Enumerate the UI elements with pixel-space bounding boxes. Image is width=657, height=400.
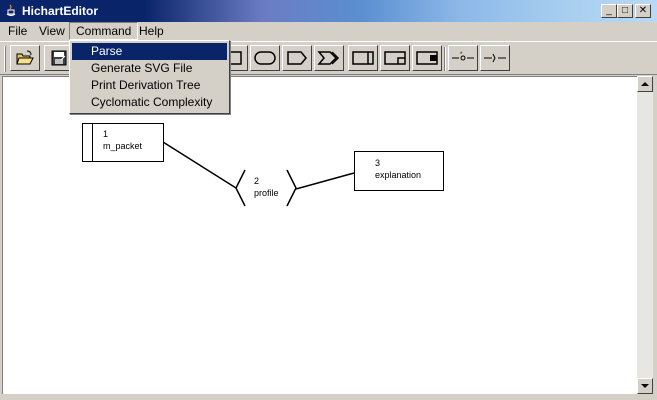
connector-dash-icon: *: [452, 52, 474, 61]
menu-command[interactable]: Command: [69, 22, 139, 40]
node-1-bar: [92, 124, 93, 161]
node-2-name: profile: [254, 188, 279, 198]
minimize-button[interactable]: _: [601, 4, 617, 18]
node-1-name: m_packet: [103, 141, 143, 151]
connector-line-2-3: [295, 172, 355, 190]
node-3-number: 3: [375, 158, 381, 168]
scroll-up-button[interactable]: [637, 76, 653, 92]
toolbar-grip: [4, 46, 6, 72]
rounded-tool-icon: [254, 51, 276, 65]
connector-branch-button[interactable]: [480, 45, 510, 71]
bar-rect-tool-button[interactable]: [348, 45, 378, 71]
node-3-name: explanation: [375, 170, 422, 180]
node-2-left-bracket: [235, 169, 246, 207]
command-menu-dropdown: Parse Generate SVG File Print Derivation…: [69, 40, 230, 114]
vertical-scrollbar[interactable]: [637, 76, 653, 394]
open-folder-icon: [16, 50, 34, 65]
tab-rect-tool-button[interactable]: [412, 45, 442, 71]
tab-rect-tool-icon: [416, 51, 438, 65]
double-arrow-tool-button[interactable]: [314, 45, 344, 71]
menu-view[interactable]: View: [33, 22, 71, 40]
connector-branch-icon: [484, 53, 506, 63]
diagram-node-2[interactable]: 2 profile: [254, 175, 294, 201]
menu-bar: File View Command Help: [0, 22, 657, 40]
menu-item-generate-svg[interactable]: Generate SVG File: [72, 60, 227, 77]
rounded-tool-button[interactable]: [250, 45, 280, 71]
open-folder-button[interactable]: [10, 45, 40, 71]
connector-dash-button[interactable]: *: [448, 45, 478, 71]
pentagon-tool-button[interactable]: [282, 45, 312, 71]
notch-rect-tool-button[interactable]: [380, 45, 410, 71]
node-1-number: 1: [103, 129, 109, 139]
double-arrow-tool-icon: [317, 51, 340, 65]
notch-rect-tool-icon: [384, 51, 406, 65]
scroll-down-button[interactable]: [637, 378, 653, 394]
maximize-button[interactable]: □: [617, 4, 633, 18]
connector-line-1-2: [162, 141, 237, 189]
svg-text:*: *: [460, 52, 463, 58]
diagram-node-3[interactable]: 3 explanation: [354, 151, 444, 191]
toolbar-separator: [444, 47, 446, 71]
save-icon: [51, 50, 67, 66]
menu-item-print-derivation-tree[interactable]: Print Derivation Tree: [72, 77, 227, 94]
window-title: HichartEditor: [22, 4, 99, 18]
menu-item-parse[interactable]: Parse: [72, 43, 227, 60]
node-2-number: 2: [254, 176, 260, 186]
diagram-canvas[interactable]: 1 m_packet 2 profile 3 explanation: [2, 76, 637, 394]
title-bar[interactable]: HichartEditor _ □ ✕: [0, 0, 657, 22]
menu-item-cyclomatic-complexity[interactable]: Cyclomatic Complexity: [72, 94, 227, 111]
java-app-icon: [4, 4, 18, 18]
close-button[interactable]: ✕: [635, 4, 651, 18]
pentagon-tool-icon: [287, 51, 307, 65]
arrow-up-icon: [641, 82, 649, 86]
bar-rect-tool-icon: [352, 51, 374, 65]
diagram-node-1[interactable]: 1 m_packet: [82, 123, 164, 162]
arrow-down-icon: [641, 384, 649, 388]
menu-file[interactable]: File: [2, 22, 33, 40]
menu-help[interactable]: Help: [133, 22, 170, 40]
